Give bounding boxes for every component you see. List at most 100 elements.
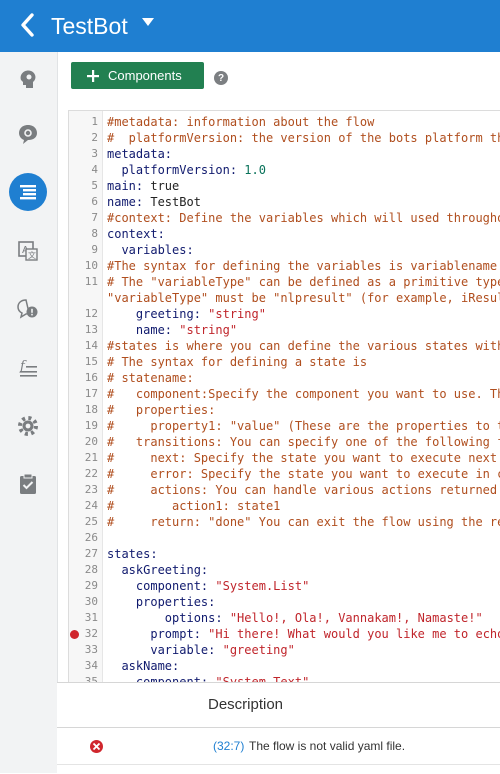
- code-text: # statename:: [107, 370, 194, 386]
- code-line: 26: [69, 530, 500, 546]
- code-text: # action1: state1: [107, 498, 280, 514]
- code-token: 1.0: [244, 163, 266, 177]
- code-line: 30 properties:: [69, 594, 500, 610]
- code-token: metadata:: [107, 147, 173, 161]
- code-line: 5 main: true: [69, 178, 500, 194]
- line-number: 14: [84, 339, 98, 352]
- code-line: 18 # properties:: [69, 402, 500, 418]
- code-line: 19 # property1: "value" (These are the pr…: [69, 418, 500, 434]
- code-text: states:: [107, 546, 158, 562]
- problem-row[interactable]: (32:7) The flow is not valid yaml file.: [57, 728, 500, 765]
- line-number: 33: [84, 643, 98, 656]
- line-number: 32: [84, 627, 98, 640]
- brain-icon: [20, 70, 36, 88]
- sidebar-item-flows[interactable]: [9, 173, 47, 211]
- sidebar-item-q-and-a[interactable]: [9, 290, 47, 328]
- problems-header: Description: [57, 683, 500, 728]
- line-number: 29: [84, 579, 98, 592]
- code-text: askName:: [107, 658, 179, 674]
- translate-icon: A文: [18, 241, 38, 261]
- line-number: 17: [84, 387, 98, 400]
- code-line: 29 component: "System.List": [69, 578, 500, 594]
- code-lines: 1 #metadata: information about the flow 2 #…: [69, 114, 500, 683]
- code-token: "string": [208, 307, 266, 321]
- line-number: 25: [84, 515, 98, 528]
- line-number: 13: [84, 323, 98, 336]
- code-text: metadata:: [107, 146, 172, 162]
- line-number: 6: [91, 195, 98, 208]
- code-token: name:: [107, 323, 180, 337]
- line-number: 31: [84, 611, 98, 624]
- code-text: name: TestBot: [107, 194, 201, 210]
- code-text: # component:Specify the component you wa…: [107, 386, 500, 402]
- line-number: 8: [91, 227, 98, 240]
- line-number: 11: [84, 275, 98, 288]
- code-line: 8 context:: [69, 226, 500, 242]
- code-text: # The syntax for defining a state is: [107, 354, 367, 370]
- problem-location-link[interactable]: (32:7): [213, 739, 244, 753]
- line-number: 28: [84, 563, 98, 576]
- code-token: "greeting": [222, 643, 295, 657]
- line-number: 30: [84, 595, 98, 608]
- sidebar-item-components[interactable]: f: [9, 349, 47, 387]
- sidebar-item-intents[interactable]: [9, 60, 47, 98]
- sidebar-item-validate[interactable]: [9, 465, 47, 503]
- code-token: "Hi there! What would you like me to ech…: [208, 627, 500, 641]
- add-components-button[interactable]: Components: [71, 62, 204, 89]
- code-line: 2 # platformVersion: the version of the b…: [69, 130, 500, 146]
- line-number: 24: [84, 499, 98, 512]
- side-nav: A文 f: [0, 52, 58, 773]
- function-icon: f: [19, 359, 37, 377]
- code-token: options:: [107, 611, 230, 625]
- code-token: prompt:: [107, 627, 209, 641]
- error-icon: [90, 740, 103, 753]
- code-line: 27 states:: [69, 546, 500, 562]
- code-line: 22 # error: Specify the state you want to…: [69, 466, 500, 482]
- code-line: 13 name: "string": [69, 322, 500, 338]
- code-text: prompt: "Hi there! What would you like m…: [107, 626, 500, 642]
- code-text: variables:: [107, 242, 193, 258]
- chevron-down-icon[interactable]: [141, 15, 155, 29]
- plus-icon: [87, 69, 99, 82]
- code-token: # next: Specify the state you want to ex…: [107, 451, 498, 465]
- code-line: 11 # The "variableType" can be defined as…: [69, 274, 500, 290]
- flow-code-editor[interactable]: 1 #metadata: information about the flow 2 #…: [68, 110, 500, 683]
- code-token: "System.List": [215, 579, 310, 593]
- sidebar-item-resource-bundles[interactable]: A文: [9, 232, 47, 270]
- code-token: # The syntax for defining a state is: [107, 355, 368, 369]
- line-number: 34: [84, 659, 98, 672]
- code-line: 15 # The syntax for defining a state is: [69, 354, 500, 370]
- flows-icon: [20, 185, 36, 200]
- line-number: 16: [84, 371, 98, 384]
- code-token: TestBot: [150, 195, 201, 209]
- code-token: "Hello!, Ola!, Vannakam!, Namaste!": [229, 611, 483, 625]
- code-line: 7 #context: Define the variables which wi…: [69, 210, 500, 226]
- code-text: component: "System.List": [107, 578, 309, 594]
- bot-title[interactable]: TestBot: [51, 12, 128, 40]
- code-token: true: [150, 179, 180, 193]
- line-number: 9: [91, 243, 98, 256]
- code-text: #metadata: information about the flow: [107, 114, 374, 130]
- back-arrow-icon[interactable]: [17, 12, 39, 38]
- code-token: main:: [107, 179, 151, 193]
- line-number: 10: [84, 259, 98, 272]
- sidebar-item-settings[interactable]: [9, 407, 47, 445]
- code-line: 9 variables:: [69, 242, 500, 258]
- code-token: #metadata: information about the flow: [107, 115, 375, 129]
- gear-icon: [18, 416, 38, 436]
- code-text: #states is where you can define the vari…: [107, 338, 500, 354]
- code-line: 33 variable: "greeting": [69, 642, 500, 658]
- code-token: "string": [179, 323, 238, 337]
- line-number: 7: [91, 211, 98, 224]
- code-token: # actions: You can handle various action…: [107, 483, 498, 497]
- line-number: 20: [84, 435, 98, 448]
- code-text: # next: Specify the state you want to ex…: [107, 450, 500, 466]
- code-text: properties:: [107, 594, 215, 610]
- help-icon[interactable]: ?: [214, 71, 228, 85]
- line-number: 2: [91, 131, 98, 144]
- code-line: 34 askName:: [69, 658, 500, 674]
- entity-bubble-icon: [19, 125, 37, 144]
- code-line: 1 #metadata: information about the flow: [69, 114, 500, 130]
- code-line: 4 platformVersion: 1.0: [69, 162, 500, 178]
- sidebar-item-entities[interactable]: [9, 115, 47, 153]
